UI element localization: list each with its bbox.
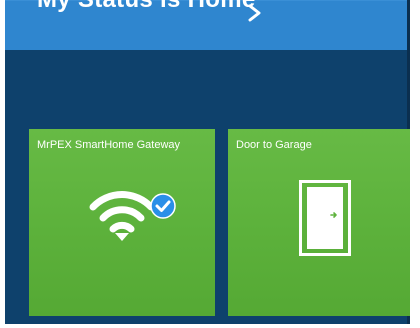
tile-label: Door to Garage [236, 139, 312, 151]
app-window: My Status is Home MrPEX SmartHome Gatewa… [5, 0, 410, 324]
status-title[interactable]: My Status is Home [37, 0, 256, 14]
status-header[interactable]: My Status is Home [5, 0, 410, 50]
checkmark-badge-icon [150, 193, 176, 224]
chevron-right-icon[interactable] [245, 4, 265, 24]
door-icon [299, 180, 351, 261]
tile-label: MrPEX SmartHome Gateway [37, 139, 181, 151]
wifi-icon [89, 187, 155, 248]
